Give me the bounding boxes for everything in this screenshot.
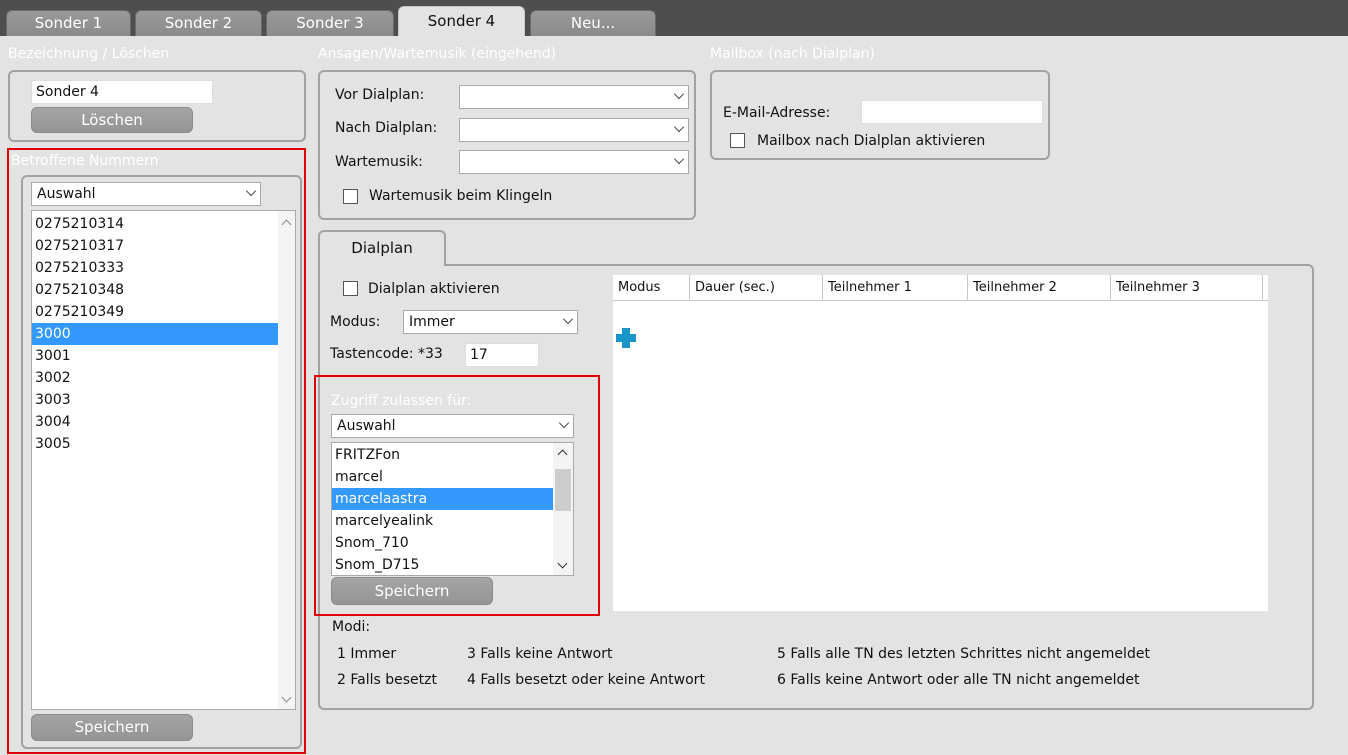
chevron-down-icon (673, 121, 685, 133)
numbers-select-value: Auswahl (37, 186, 96, 202)
user-list-item[interactable]: marcel (332, 466, 553, 488)
chevron-down-icon (673, 153, 685, 165)
dialplan-activate-checkbox[interactable] (343, 281, 358, 296)
wartemusik-label: Wartemusik: (335, 154, 423, 170)
wartemusik-select[interactable] (459, 150, 689, 174)
mailbox-activate-checkbox[interactable] (730, 133, 745, 148)
tastencode-input[interactable]: 17 (465, 343, 539, 367)
chevron-down-icon (673, 88, 685, 100)
number-list-item[interactable]: 3002 (32, 367, 278, 389)
email-input[interactable] (861, 100, 1043, 124)
column-teilnehmer-2[interactable]: Teilnehmer 2 (968, 275, 1111, 301)
modi-heading: Modi: (332, 619, 371, 635)
tastencode-label: Tastencode: *33 (330, 346, 443, 362)
number-list-item[interactable]: 0275210317 (32, 235, 278, 257)
scroll-thumb[interactable] (555, 469, 571, 511)
tab-sonder-2[interactable]: Sonder 2 (135, 10, 262, 36)
user-list-item[interactable]: marcelyealink (332, 510, 553, 532)
column-dauer[interactable]: Dauer (sec.) (690, 275, 823, 301)
scroll-up-icon[interactable] (557, 449, 568, 460)
tab-neu[interactable]: Neu... (530, 10, 656, 36)
modi-item-2: 2 Falls besetzt (337, 672, 437, 688)
name-input[interactable]: Sonder 4 (31, 80, 213, 104)
dialplan-table: Modus Dauer (sec.) Teilnehmer 1 Teilnehm… (613, 275, 1268, 611)
user-list-item[interactable]: Snom_D715 (332, 554, 553, 575)
bezeichnung-legend: Bezeichnung / Löschen (8, 46, 170, 62)
mailbox-legend: Mailbox (nach Dialplan) (710, 46, 875, 62)
number-list-item[interactable]: 3003 (32, 389, 278, 411)
zugriff-select[interactable]: Auswahl (331, 414, 574, 438)
chevron-down-icon (562, 313, 574, 325)
mailbox-activate-label: Mailbox nach Dialplan aktivieren (757, 133, 986, 149)
numbers-save-button[interactable]: Speichern (31, 714, 193, 741)
number-list-item[interactable]: 3001 (32, 345, 278, 367)
zugriff-list[interactable]: FRITZFon marcel marcelaastra marcelyealink S… (331, 442, 574, 576)
dialplan-activate-label: Dialplan aktivieren (368, 281, 500, 297)
scroll-up-icon[interactable] (281, 219, 292, 230)
number-list-item[interactable]: 0275210349 (32, 301, 278, 323)
modi-item-4: 4 Falls besetzt oder keine Antwort (467, 672, 705, 688)
modi-item-5: 5 Falls alle TN des letzten Schrittes ni… (777, 646, 1150, 662)
zugriff-legend: Zugriff zulassen für: (331, 393, 472, 409)
user-list-item[interactable]: FRITZFon (332, 444, 553, 466)
tab-sonder-1[interactable]: Sonder 1 (6, 10, 131, 36)
modi-item-1: 1 Immer (337, 646, 397, 662)
dialplan-tab[interactable]: Dialplan (318, 230, 446, 266)
number-list-item[interactable]: 0275210348 (32, 279, 278, 301)
number-list-item[interactable]: 3000 (32, 323, 278, 345)
tab-bar: Sonder 1 Sonder 2 Sonder 3 Sonder 4 Neu.… (0, 0, 1348, 36)
modus-value: Immer (409, 314, 455, 330)
chevron-down-icon (558, 417, 570, 429)
numbers-list[interactable]: 0275210314 0275210317 0275210333 0275210348… (31, 210, 296, 710)
column-teilnehmer-1[interactable]: Teilnehmer 1 (823, 275, 968, 301)
numbers-scrollbar[interactable] (278, 211, 295, 709)
email-label: E-Mail-Adresse: (723, 105, 831, 121)
zugriff-select-value: Auswahl (337, 418, 396, 434)
column-modus[interactable]: Modus (613, 275, 690, 301)
numbers-legend: Betroffene Nummern (11, 153, 159, 169)
number-list-item[interactable]: 3004 (32, 411, 278, 433)
nach-dialplan-select[interactable] (459, 118, 689, 142)
number-list-item[interactable]: 0275210314 (32, 213, 278, 235)
dialplan-table-header: Modus Dauer (sec.) Teilnehmer 1 Teilnehm… (613, 275, 1268, 301)
number-list-item[interactable]: 3005 (32, 433, 278, 455)
tab-sonder-4[interactable]: Sonder 4 (398, 6, 525, 36)
numbers-select[interactable]: Auswahl (31, 182, 261, 206)
modus-label: Modus: (330, 314, 381, 330)
klingeln-label: Wartemusik beim Klingeln (369, 188, 553, 204)
user-list-item[interactable]: marcelaastra (332, 488, 553, 510)
tab-sonder-3[interactable]: Sonder 3 (266, 10, 394, 36)
modus-select[interactable]: Immer (403, 310, 578, 334)
column-teilnehmer-3[interactable]: Teilnehmer 3 (1111, 275, 1263, 301)
ansagen-legend: Ansagen/Wartemusik (eingehend) (318, 46, 557, 62)
scroll-down-icon[interactable] (557, 558, 568, 569)
klingeln-checkbox[interactable] (343, 189, 358, 204)
plus-icon[interactable] (616, 328, 636, 348)
modi-item-3: 3 Falls keine Antwort (467, 646, 613, 662)
vor-dialplan-select[interactable] (459, 85, 689, 109)
zugriff-save-button[interactable]: Speichern (331, 577, 493, 605)
user-list-item[interactable]: Snom_710 (332, 532, 553, 554)
nach-dialplan-label: Nach Dialplan: (335, 120, 438, 136)
zugriff-scrollbar[interactable] (553, 443, 573, 575)
number-list-item[interactable]: 0275210333 (32, 257, 278, 279)
chevron-down-icon (245, 185, 257, 197)
modi-item-6: 6 Falls keine Antwort oder alle TN nicht… (777, 672, 1140, 688)
delete-button[interactable]: Löschen (31, 107, 193, 133)
scroll-down-icon[interactable] (281, 692, 292, 703)
vor-dialplan-label: Vor Dialplan: (335, 87, 425, 103)
